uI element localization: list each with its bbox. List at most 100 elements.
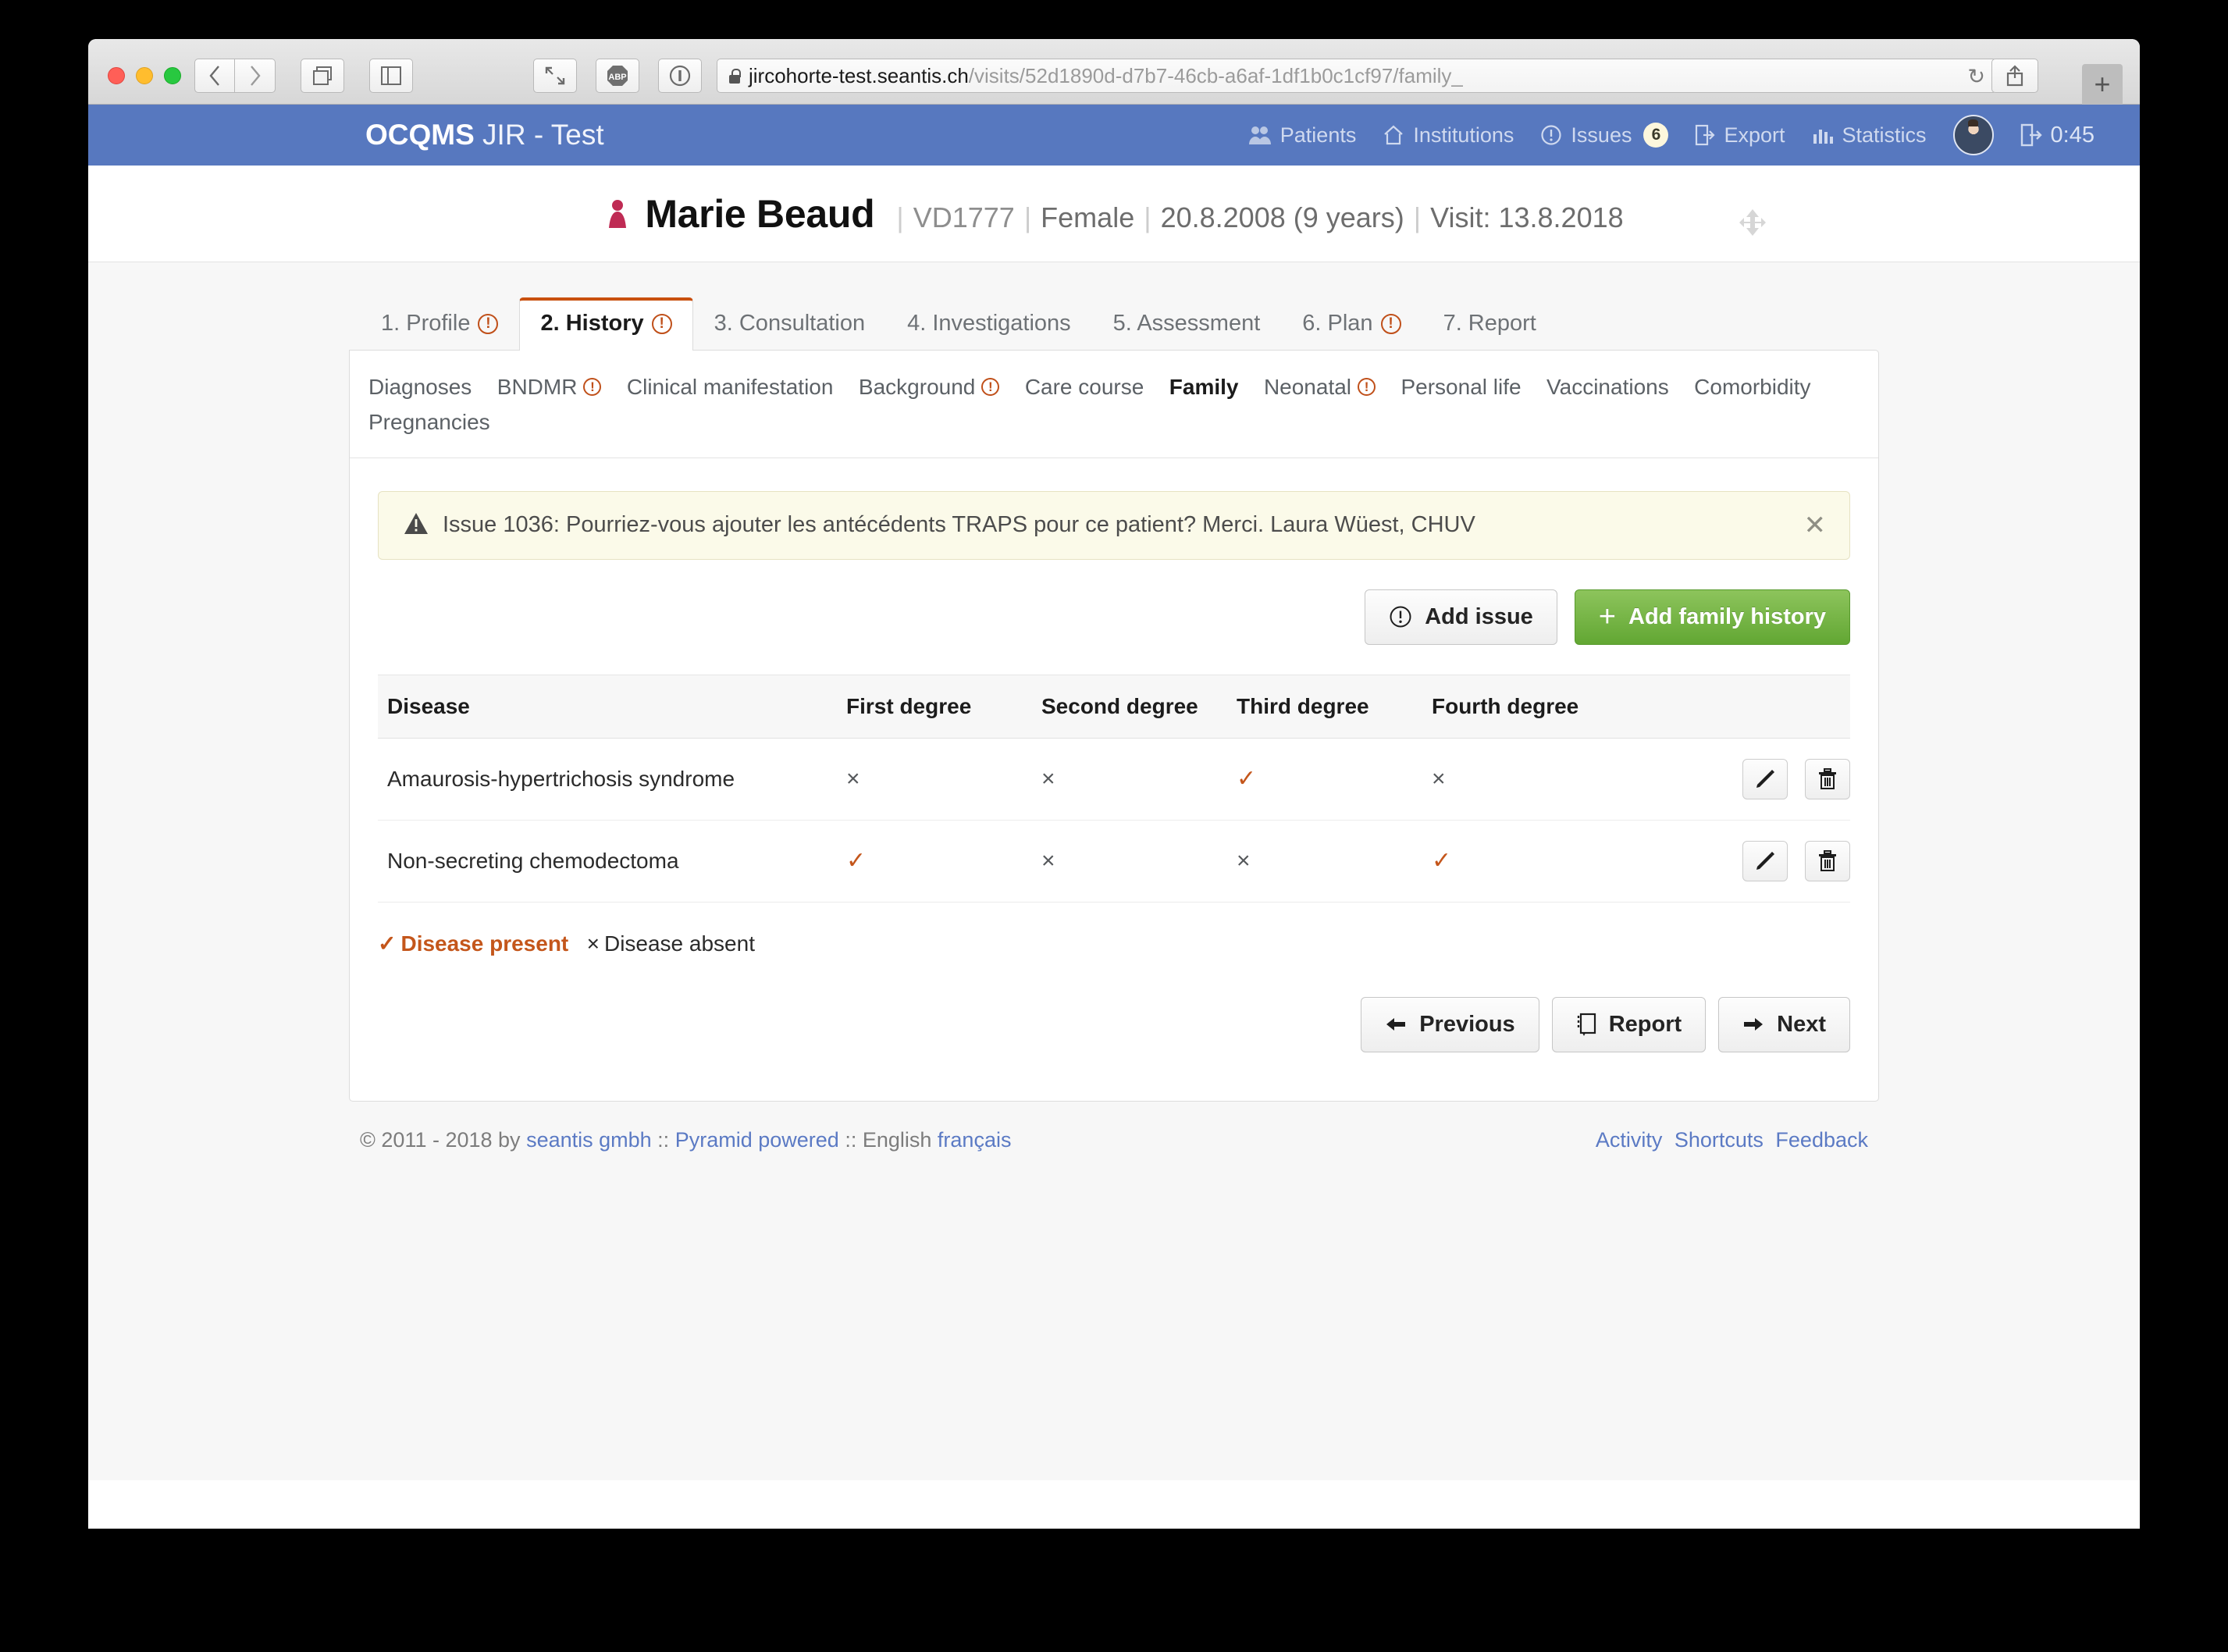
nav-item-institutions[interactable]: Institutions xyxy=(1383,123,1514,148)
chevron-left-icon xyxy=(209,66,219,86)
legend-absent-label: Disease absent xyxy=(603,931,755,956)
warning-icon: ! xyxy=(1358,378,1376,397)
brand-bold: OCQMS xyxy=(365,119,475,151)
cell-fourth-degree: ✓ xyxy=(1432,847,1452,874)
footer-sep-1: :: xyxy=(657,1127,670,1152)
back-button[interactable] xyxy=(194,59,235,93)
subtab-diagnoses[interactable]: Diagnoses xyxy=(368,369,472,404)
table-header-row: Disease First degree Second degree Third… xyxy=(378,674,1850,739)
footer-pyramid-link[interactable]: Pyramid powered xyxy=(675,1128,839,1152)
report-button[interactable]: Report xyxy=(1551,996,1707,1052)
share-button[interactable] xyxy=(1991,59,2038,93)
next-button[interactable]: Next xyxy=(1718,996,1850,1052)
subtab-neonatal[interactable]: Neonatal ! xyxy=(1264,369,1376,404)
sidebar-toggle-button[interactable] xyxy=(369,59,413,93)
adblock-button[interactable]: ABP xyxy=(596,59,639,93)
adblock-icon: ABP xyxy=(607,66,628,86)
expand-icon xyxy=(545,66,565,85)
subtab-clinical-manifestation[interactable]: Clinical manifestation xyxy=(627,369,834,404)
subtab-pregnancies[interactable]: Pregnancies xyxy=(368,404,490,440)
column-header-fourth-degree: Fourth degree xyxy=(1432,674,1627,739)
info-button[interactable] xyxy=(658,59,702,93)
subtab-vaccinations-label: Vaccinations xyxy=(1546,375,1669,399)
meta-sep-1: | xyxy=(896,201,904,233)
forward-button[interactable] xyxy=(235,59,276,93)
footer-seantis-link[interactable]: seantis gmbh xyxy=(526,1128,652,1152)
footer-lang-francais-link[interactable]: français xyxy=(938,1128,1012,1152)
sidebar-icon xyxy=(381,66,401,85)
table-body: Amaurosis-hypertrichosis syndrome × × ✓ … xyxy=(378,738,1850,903)
subtab-care-course[interactable]: Care course xyxy=(1025,369,1144,404)
cell-fourth-degree: × xyxy=(1432,765,1446,792)
subtab-comorbidity[interactable]: Comorbidity xyxy=(1694,369,1810,404)
tab-report[interactable]: 7. Report xyxy=(1422,297,1557,351)
reload-button[interactable]: ↻ xyxy=(1967,66,1985,87)
footer-shortcuts-link[interactable]: Shortcuts xyxy=(1675,1128,1764,1152)
cell-second-degree: × xyxy=(1041,765,1055,792)
female-patient-icon xyxy=(604,198,631,230)
nav-label-export: Export xyxy=(1724,123,1785,147)
edit-row-button[interactable] xyxy=(1742,758,1788,799)
warning-icon: ! xyxy=(651,313,672,334)
body-area: 1. Profile ! 2. History ! 3. Consultatio… xyxy=(88,262,2140,1480)
navbar-links: Patients Institutions Issues 6 Export St… xyxy=(1248,115,2095,155)
nav-item-statistics[interactable]: Statistics xyxy=(1812,123,1927,148)
subtab-vaccinations[interactable]: Vaccinations xyxy=(1546,369,1669,404)
add-family-history-button[interactable]: + Add family history xyxy=(1574,589,1850,645)
subtab-personal-life[interactable]: Personal life xyxy=(1401,369,1521,404)
close-window-button[interactable] xyxy=(108,67,125,84)
tab-profile[interactable]: 1. Profile ! xyxy=(360,297,519,351)
footer-feedback-link[interactable]: Feedback xyxy=(1775,1128,1868,1152)
delete-row-button[interactable] xyxy=(1805,758,1850,799)
resize-handle-icon[interactable] xyxy=(1739,208,1767,242)
table-legend: ✓ Disease present × Disease absent xyxy=(378,931,1850,956)
add-family-history-label: Add family history xyxy=(1628,603,1826,629)
tab-investigations[interactable]: 4. Investigations xyxy=(886,297,1092,351)
cell-disease: Amaurosis-hypertrichosis syndrome xyxy=(378,738,846,821)
column-header-first-degree: First degree xyxy=(846,674,1041,739)
tab-history-label: 2. History xyxy=(540,311,644,336)
info-circle-icon xyxy=(669,65,691,87)
app-brand[interactable]: OCQMS JIR - Test xyxy=(365,119,604,151)
page-footer: © 2011 - 2018 by seantis gmbh :: Pyramid… xyxy=(349,1128,1879,1152)
minimize-window-button[interactable] xyxy=(136,67,153,84)
tab-plan[interactable]: 6. Plan ! xyxy=(1281,297,1422,351)
subtab-family[interactable]: Family xyxy=(1169,369,1239,404)
nav-item-patients[interactable]: Patients xyxy=(1248,123,1356,148)
cell-third-degree: ✓ xyxy=(1237,765,1257,792)
subtab-bndmr[interactable]: BNDMR ! xyxy=(497,369,602,404)
export-icon xyxy=(1696,124,1716,146)
column-header-disease: Disease xyxy=(378,674,846,739)
subtab-background[interactable]: Background ! xyxy=(859,369,1000,404)
trash-icon xyxy=(1819,849,1836,871)
address-bar[interactable]: jircohorte-test.seantis.ch /visits/52d18… xyxy=(717,59,1997,93)
new-tab-button[interactable]: + xyxy=(2082,64,2123,105)
table-row: Amaurosis-hypertrichosis syndrome × × ✓ … xyxy=(378,738,1850,821)
show-tab-overview-button[interactable] xyxy=(301,59,344,93)
maximize-window-button[interactable] xyxy=(164,67,181,84)
patient-id: VD1777 xyxy=(913,201,1015,233)
legend-present-mark: ✓ xyxy=(378,931,397,956)
user-avatar[interactable] xyxy=(1952,115,1994,155)
tab-history[interactable]: 2. History ! xyxy=(519,297,693,351)
arrow-left-icon xyxy=(1386,1018,1406,1031)
column-header-actions xyxy=(1627,674,1850,739)
patient-header: Marie Beaud | VD1777 | Female | 20.8.2008 (9 … xyxy=(88,166,2140,262)
reader-view-button[interactable] xyxy=(533,59,577,93)
tab-assessment[interactable]: 5. Assessment xyxy=(1092,297,1282,351)
url-path: /visits/52d1890d-d7b7-46cb-a6af-1df1b0c1… xyxy=(968,63,1463,87)
delete-row-button[interactable] xyxy=(1805,840,1850,881)
previous-button[interactable]: Previous xyxy=(1361,996,1539,1052)
tab-profile-label: 1. Profile xyxy=(381,311,471,336)
tab-assessment-label: 5. Assessment xyxy=(1112,311,1261,336)
nav-item-export[interactable]: Export xyxy=(1695,123,1785,148)
edit-row-button[interactable] xyxy=(1742,840,1788,881)
book-icon xyxy=(1577,1013,1596,1037)
add-issue-button[interactable]: Add issue xyxy=(1365,589,1557,645)
column-header-third-degree: Third degree xyxy=(1237,674,1432,739)
tab-consultation[interactable]: 3. Consultation xyxy=(693,297,886,351)
footer-activity-link[interactable]: Activity xyxy=(1596,1128,1663,1152)
nav-item-issues[interactable]: Issues 6 xyxy=(1540,123,1669,148)
close-icon[interactable]: ✕ xyxy=(1804,512,1827,539)
logout-timer[interactable]: 0:45 xyxy=(2020,123,2095,148)
